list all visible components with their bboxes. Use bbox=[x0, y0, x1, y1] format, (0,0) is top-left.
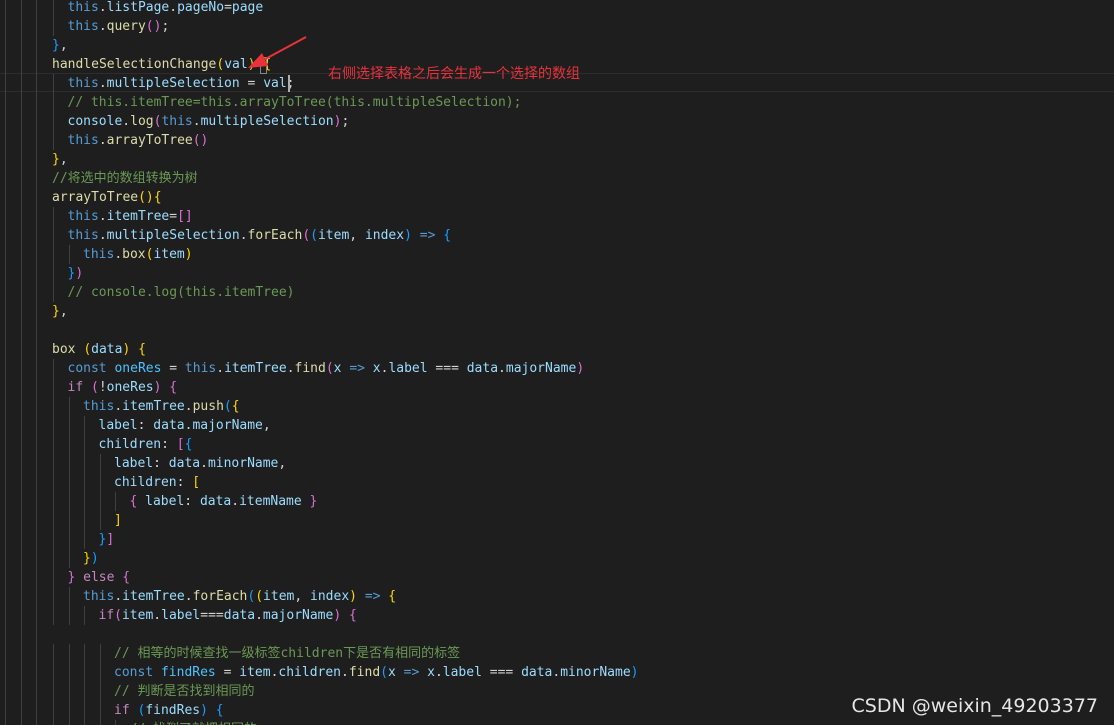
csdn-watermark: CSDN @weixin_49203377 bbox=[851, 695, 1099, 717]
annotation-arrow-icon bbox=[248, 36, 307, 68]
annotation-label: 右侧选择表格之后会生成一个选择的数组 bbox=[328, 66, 580, 82]
